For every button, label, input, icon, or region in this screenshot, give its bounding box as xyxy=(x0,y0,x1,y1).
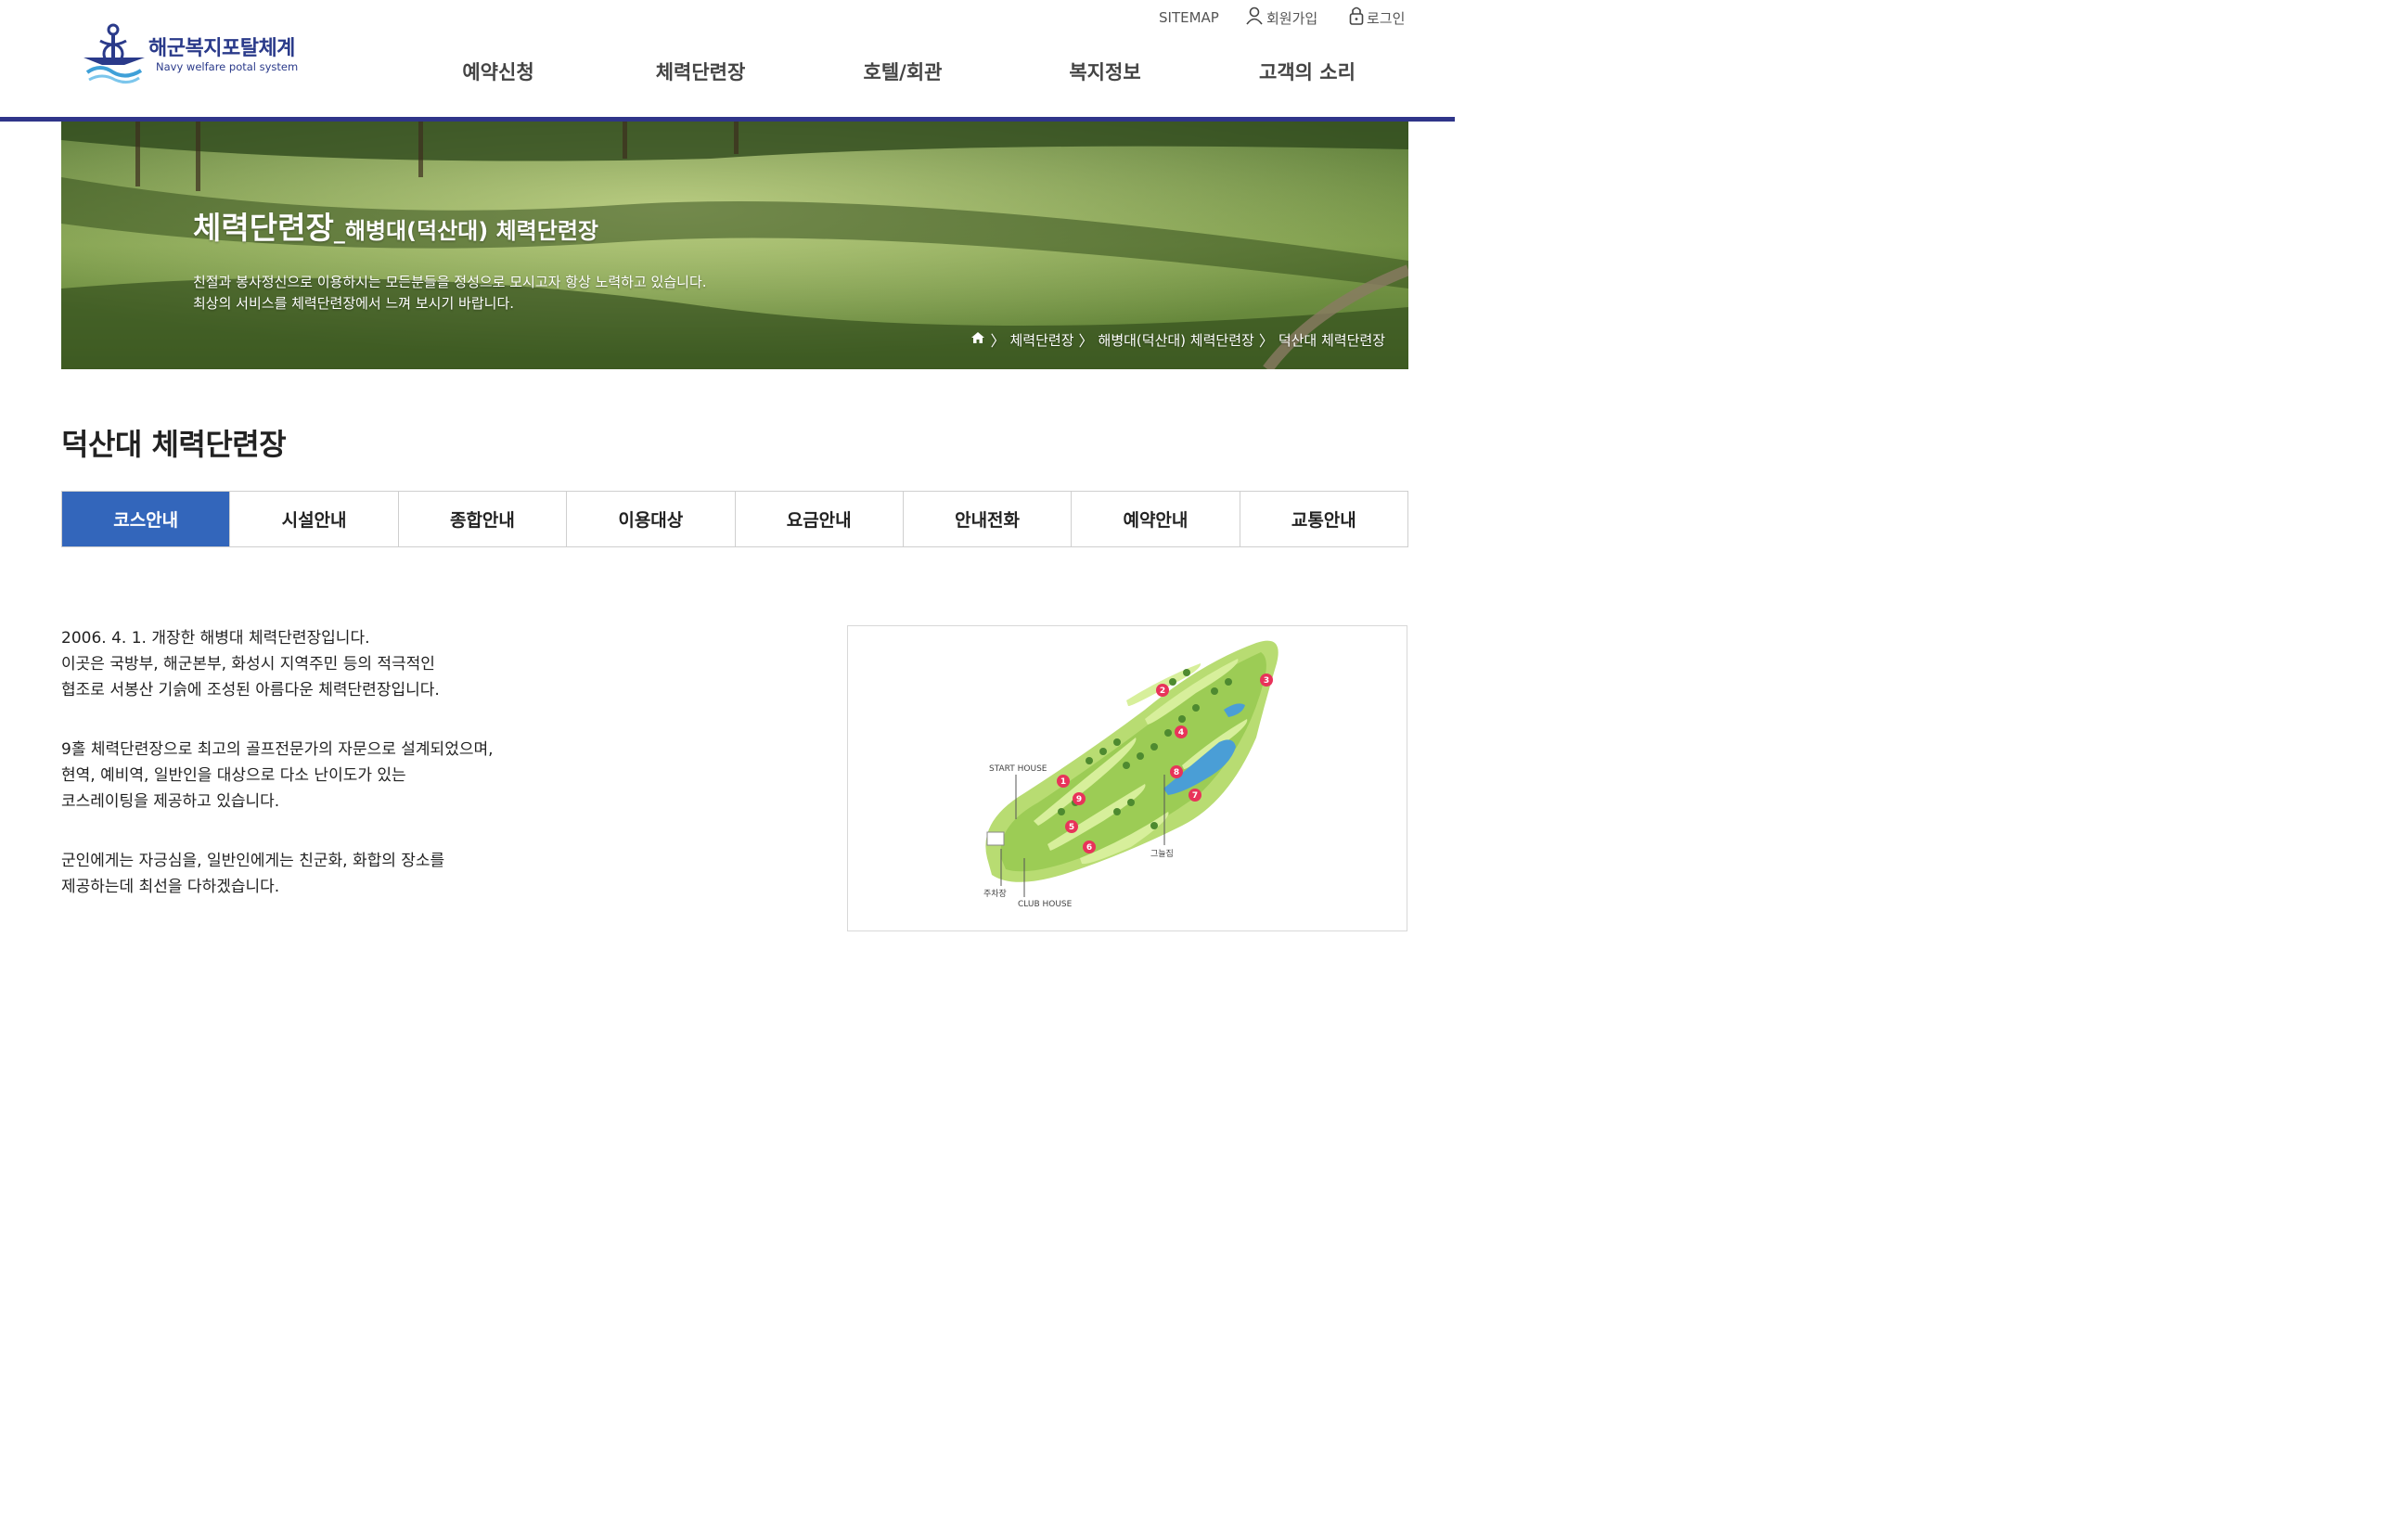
join-link[interactable]: 회원가입 xyxy=(1245,6,1318,29)
course-map: 1 2 3 4 5 6 7 8 9 START HOUSE 그늘집 주차장 CL… xyxy=(847,625,1407,931)
page-title: 덕산대 체력단련장 xyxy=(61,427,287,462)
home-icon[interactable] xyxy=(970,331,985,348)
description-paragraph: 9홀 체력단련장으로 최고의 골프전문가의 자문으로 설계되었으며, 현역, 예… xyxy=(61,737,494,815)
sub-tab-bar: 코스안내 시설안내 종합안내 이용대상 요금안내 안내전화 예약안내 교통안내 xyxy=(61,491,1408,547)
nav-item-reservation[interactable]: 예약신청 xyxy=(462,58,533,85)
course-map-illustration: 1 2 3 4 5 6 7 8 9 START HOUSE 그늘집 주차장 CL… xyxy=(983,640,1279,909)
tab-transport-guide[interactable]: 교통안내 xyxy=(1239,492,1407,546)
hero-banner: 체력단련장_해병대(덕산대) 체력단련장 친절과 봉사정신으로 이용하시는 모든… xyxy=(61,122,1408,369)
tab-reservation-guide[interactable]: 예약안내 xyxy=(1071,492,1240,546)
banner-desc-line: 친절과 봉사정신으로 이용하시는 모든분들을 정성으로 모시고자 항상 노력하고… xyxy=(193,274,707,290)
description-paragraph: 2006. 4. 1. 개장한 해병대 체력단련장입니다. 이곳은 국방부, 해… xyxy=(61,625,494,703)
breadcrumb: 〉 체력단련장 〉 해병대(덕산대) 체력단련장 〉 덕산대 체력단련장 xyxy=(970,328,1385,351)
nav-item-fitness[interactable]: 체력단련장 xyxy=(656,58,746,85)
tab-course-guide[interactable]: 코스안내 xyxy=(62,492,230,546)
description-line: 2006. 4. 1. 개장한 해병대 체력단련장입니다. xyxy=(61,629,370,648)
chevron-right-icon: 〉 xyxy=(1258,332,1274,350)
site-logo[interactable]: 해군복지포탈체계 Navy welfare potal system xyxy=(80,20,312,89)
description-line: 코스레이팅을 제공하고 있습니다. xyxy=(61,792,280,811)
nav-item-customer-voice[interactable]: 고객의 소리 xyxy=(1259,58,1356,85)
tab-fee-guide[interactable]: 요금안내 xyxy=(734,492,903,546)
description-paragraph: 군인에게는 자긍심을, 일반인에게는 친군화, 화합의 장소를 제공하는데 최선… xyxy=(61,848,494,900)
banner-title-sub: _해병대(덕산대) 체력단련장 xyxy=(333,218,598,244)
hole-2-label: 2 xyxy=(1160,687,1165,696)
shelter-label: 그늘집 xyxy=(1150,848,1174,859)
site-header: 해군복지포탈체계 Navy welfare potal system SITEM… xyxy=(0,0,1455,119)
sitemap-link[interactable]: SITEMAP xyxy=(1159,7,1219,28)
tab-eligibility[interactable]: 이용대상 xyxy=(566,492,735,546)
description-line: 현역, 예비역, 일반인을 대상으로 다소 난이도가 있는 xyxy=(61,766,406,785)
club-house-label: CLUB HOUSE xyxy=(1018,900,1073,909)
chevron-right-icon: 〉 xyxy=(990,332,1006,350)
nav-item-hotel[interactable]: 호텔/회관 xyxy=(864,58,943,85)
hole-3-label: 3 xyxy=(1264,676,1269,686)
parking-label: 주차장 xyxy=(983,888,1007,899)
description-line: 9홀 체력단련장으로 최고의 골프전문가의 자문으로 설계되었으며, xyxy=(61,740,494,759)
description-line: 제공하는데 최선을 다하겠습니다. xyxy=(61,878,280,896)
banner-title-main: 체력단련장 xyxy=(193,210,334,246)
tab-general-guide[interactable]: 종합안내 xyxy=(397,492,567,546)
hole-8-label: 8 xyxy=(1174,768,1179,777)
hole-5-label: 5 xyxy=(1069,823,1074,832)
banner-title: 체력단련장_해병대(덕산대) 체력단련장 xyxy=(193,203,598,248)
hole-7-label: 7 xyxy=(1192,791,1198,801)
hole-6-label: 6 xyxy=(1086,843,1092,853)
breadcrumb-item[interactable]: 체력단련장 xyxy=(1010,330,1074,350)
breadcrumb-item-current[interactable]: 덕산대 체력단련장 xyxy=(1279,330,1385,350)
tab-facility-guide[interactable]: 시설안내 xyxy=(229,492,398,546)
login-label: 로그인 xyxy=(1367,9,1406,27)
logo-subtitle: Navy welfare potal system xyxy=(156,60,299,73)
nav-item-welfare[interactable]: 복지정보 xyxy=(1069,58,1140,85)
lock-icon xyxy=(1349,6,1364,30)
navy-anchor-logo-icon xyxy=(84,23,145,84)
start-house-label: START HOUSE xyxy=(989,764,1047,774)
hole-1-label: 1 xyxy=(1060,777,1066,787)
description-line: 군인에게는 자긍심을, 일반인에게는 친군화, 화합의 장소를 xyxy=(61,852,445,870)
description-line: 이곳은 국방부, 해군본부, 화성시 지역주민 등의 적극적인 xyxy=(61,655,435,674)
join-label: 회원가입 xyxy=(1266,9,1318,27)
hole-4-label: 4 xyxy=(1178,728,1184,738)
user-icon xyxy=(1245,6,1264,29)
hole-9-label: 9 xyxy=(1076,795,1082,804)
banner-desc-line: 최상의 서비스를 체력단련장에서 느껴 보시기 바랍니다. xyxy=(193,295,515,312)
login-link[interactable]: 로그인 xyxy=(1349,6,1406,30)
breadcrumb-item[interactable]: 해병대(덕산대) 체력단련장 xyxy=(1099,330,1254,350)
description-line: 협조로 서봉산 기슭에 조성된 아름다운 체력단련장입니다. xyxy=(61,681,440,699)
banner-description: 친절과 봉사정신으로 이용하시는 모든분들을 정성으로 모시고자 항상 노력하고… xyxy=(193,272,707,314)
tab-contact-phone[interactable]: 안내전화 xyxy=(902,492,1072,546)
course-description: 2006. 4. 1. 개장한 해병대 체력단련장입니다. 이곳은 국방부, 해… xyxy=(61,625,494,933)
sitemap-label: SITEMAP xyxy=(1159,9,1219,26)
chevron-right-icon: 〉 xyxy=(1078,332,1094,350)
logo-title: 해군복지포탈체계 xyxy=(148,37,295,60)
